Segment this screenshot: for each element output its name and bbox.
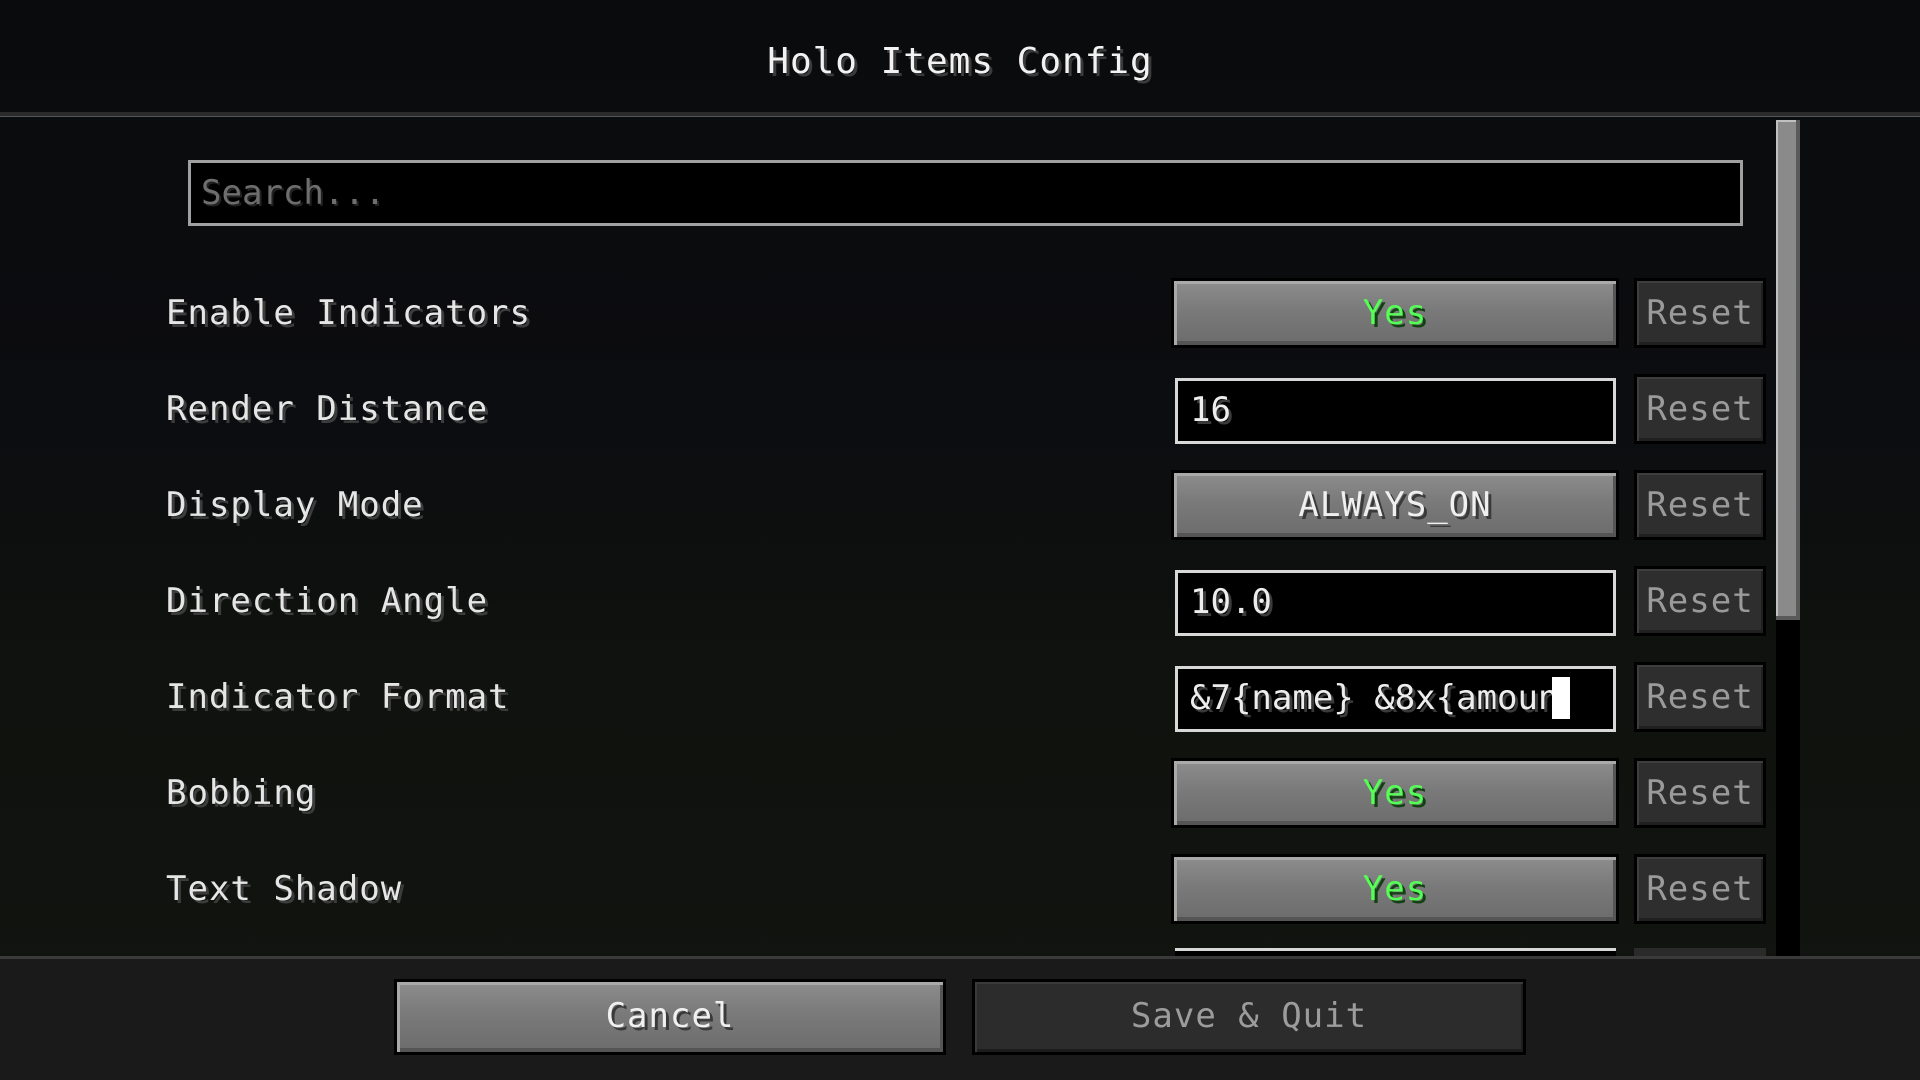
- reset-button[interactable]: Reset: [1634, 470, 1766, 540]
- direction-angle-field[interactable]: 10.0: [1175, 570, 1616, 636]
- cancel-button[interactable]: Cancel: [394, 979, 946, 1055]
- reset-button[interactable]: Reset: [1634, 278, 1766, 348]
- text-shadow-toggle[interactable]: Yes: [1171, 854, 1619, 924]
- reset-button[interactable]: Reset: [1634, 566, 1766, 636]
- scrollbar-thumb[interactable]: [1776, 120, 1800, 620]
- reset-button[interactable]: Reset: [1634, 758, 1766, 828]
- option-row-enable-indicators: Enable Indicators Yes Reset: [0, 278, 1920, 348]
- reset-button[interactable]: Reset: [1634, 374, 1766, 444]
- reset-button[interactable]: Reset: [1634, 662, 1766, 732]
- text-cursor: [1552, 676, 1571, 719]
- config-list[interactable]: Enable Indicators Yes Reset Render Dista…: [0, 118, 1920, 956]
- option-row-display-mode: Display Mode ALWAYS_ON Reset: [0, 470, 1920, 540]
- enable-indicators-toggle[interactable]: Yes: [1171, 278, 1619, 348]
- option-label: Bobbing: [166, 773, 317, 813]
- save-and-quit-button[interactable]: Save & Quit: [972, 979, 1526, 1055]
- option-label: Text Shadow: [166, 869, 403, 909]
- option-row-bobbing: Bobbing Yes Reset: [0, 758, 1920, 828]
- option-row-text-shadow: Text Shadow Yes Reset: [0, 854, 1920, 924]
- option-label: Render Distance: [166, 389, 489, 429]
- footer-bar: Cancel Save & Quit: [0, 956, 1920, 1080]
- option-row-direction-angle: Direction Angle 10.0 Reset: [0, 566, 1920, 636]
- option-label: Display Mode: [166, 485, 424, 525]
- reset-button[interactable]: Reset: [1634, 854, 1766, 924]
- search-input[interactable]: [188, 160, 1743, 226]
- option-label: Direction Angle: [166, 581, 489, 621]
- screen-title: Holo Items Config: [767, 41, 1153, 82]
- header-divider: [0, 112, 1920, 117]
- option-row-render-distance: Render Distance 16 Reset: [0, 374, 1920, 444]
- option-label: Indicator Format: [166, 677, 510, 717]
- display-mode-button[interactable]: ALWAYS_ON: [1171, 470, 1619, 540]
- option-row-indicator-format: Indicator Format &7{name} &8x{amoun Rese…: [0, 662, 1920, 732]
- bobbing-toggle[interactable]: Yes: [1171, 758, 1619, 828]
- indicator-format-field[interactable]: &7{name} &8x{amoun: [1175, 666, 1616, 732]
- next-option-field-partial[interactable]: [1175, 948, 1616, 956]
- next-reset-button-partial[interactable]: [1634, 948, 1766, 956]
- indicator-format-value: &7{name} &8x{amoun: [1190, 678, 1559, 718]
- option-label: Enable Indicators: [166, 293, 531, 333]
- render-distance-field[interactable]: 16: [1175, 378, 1616, 444]
